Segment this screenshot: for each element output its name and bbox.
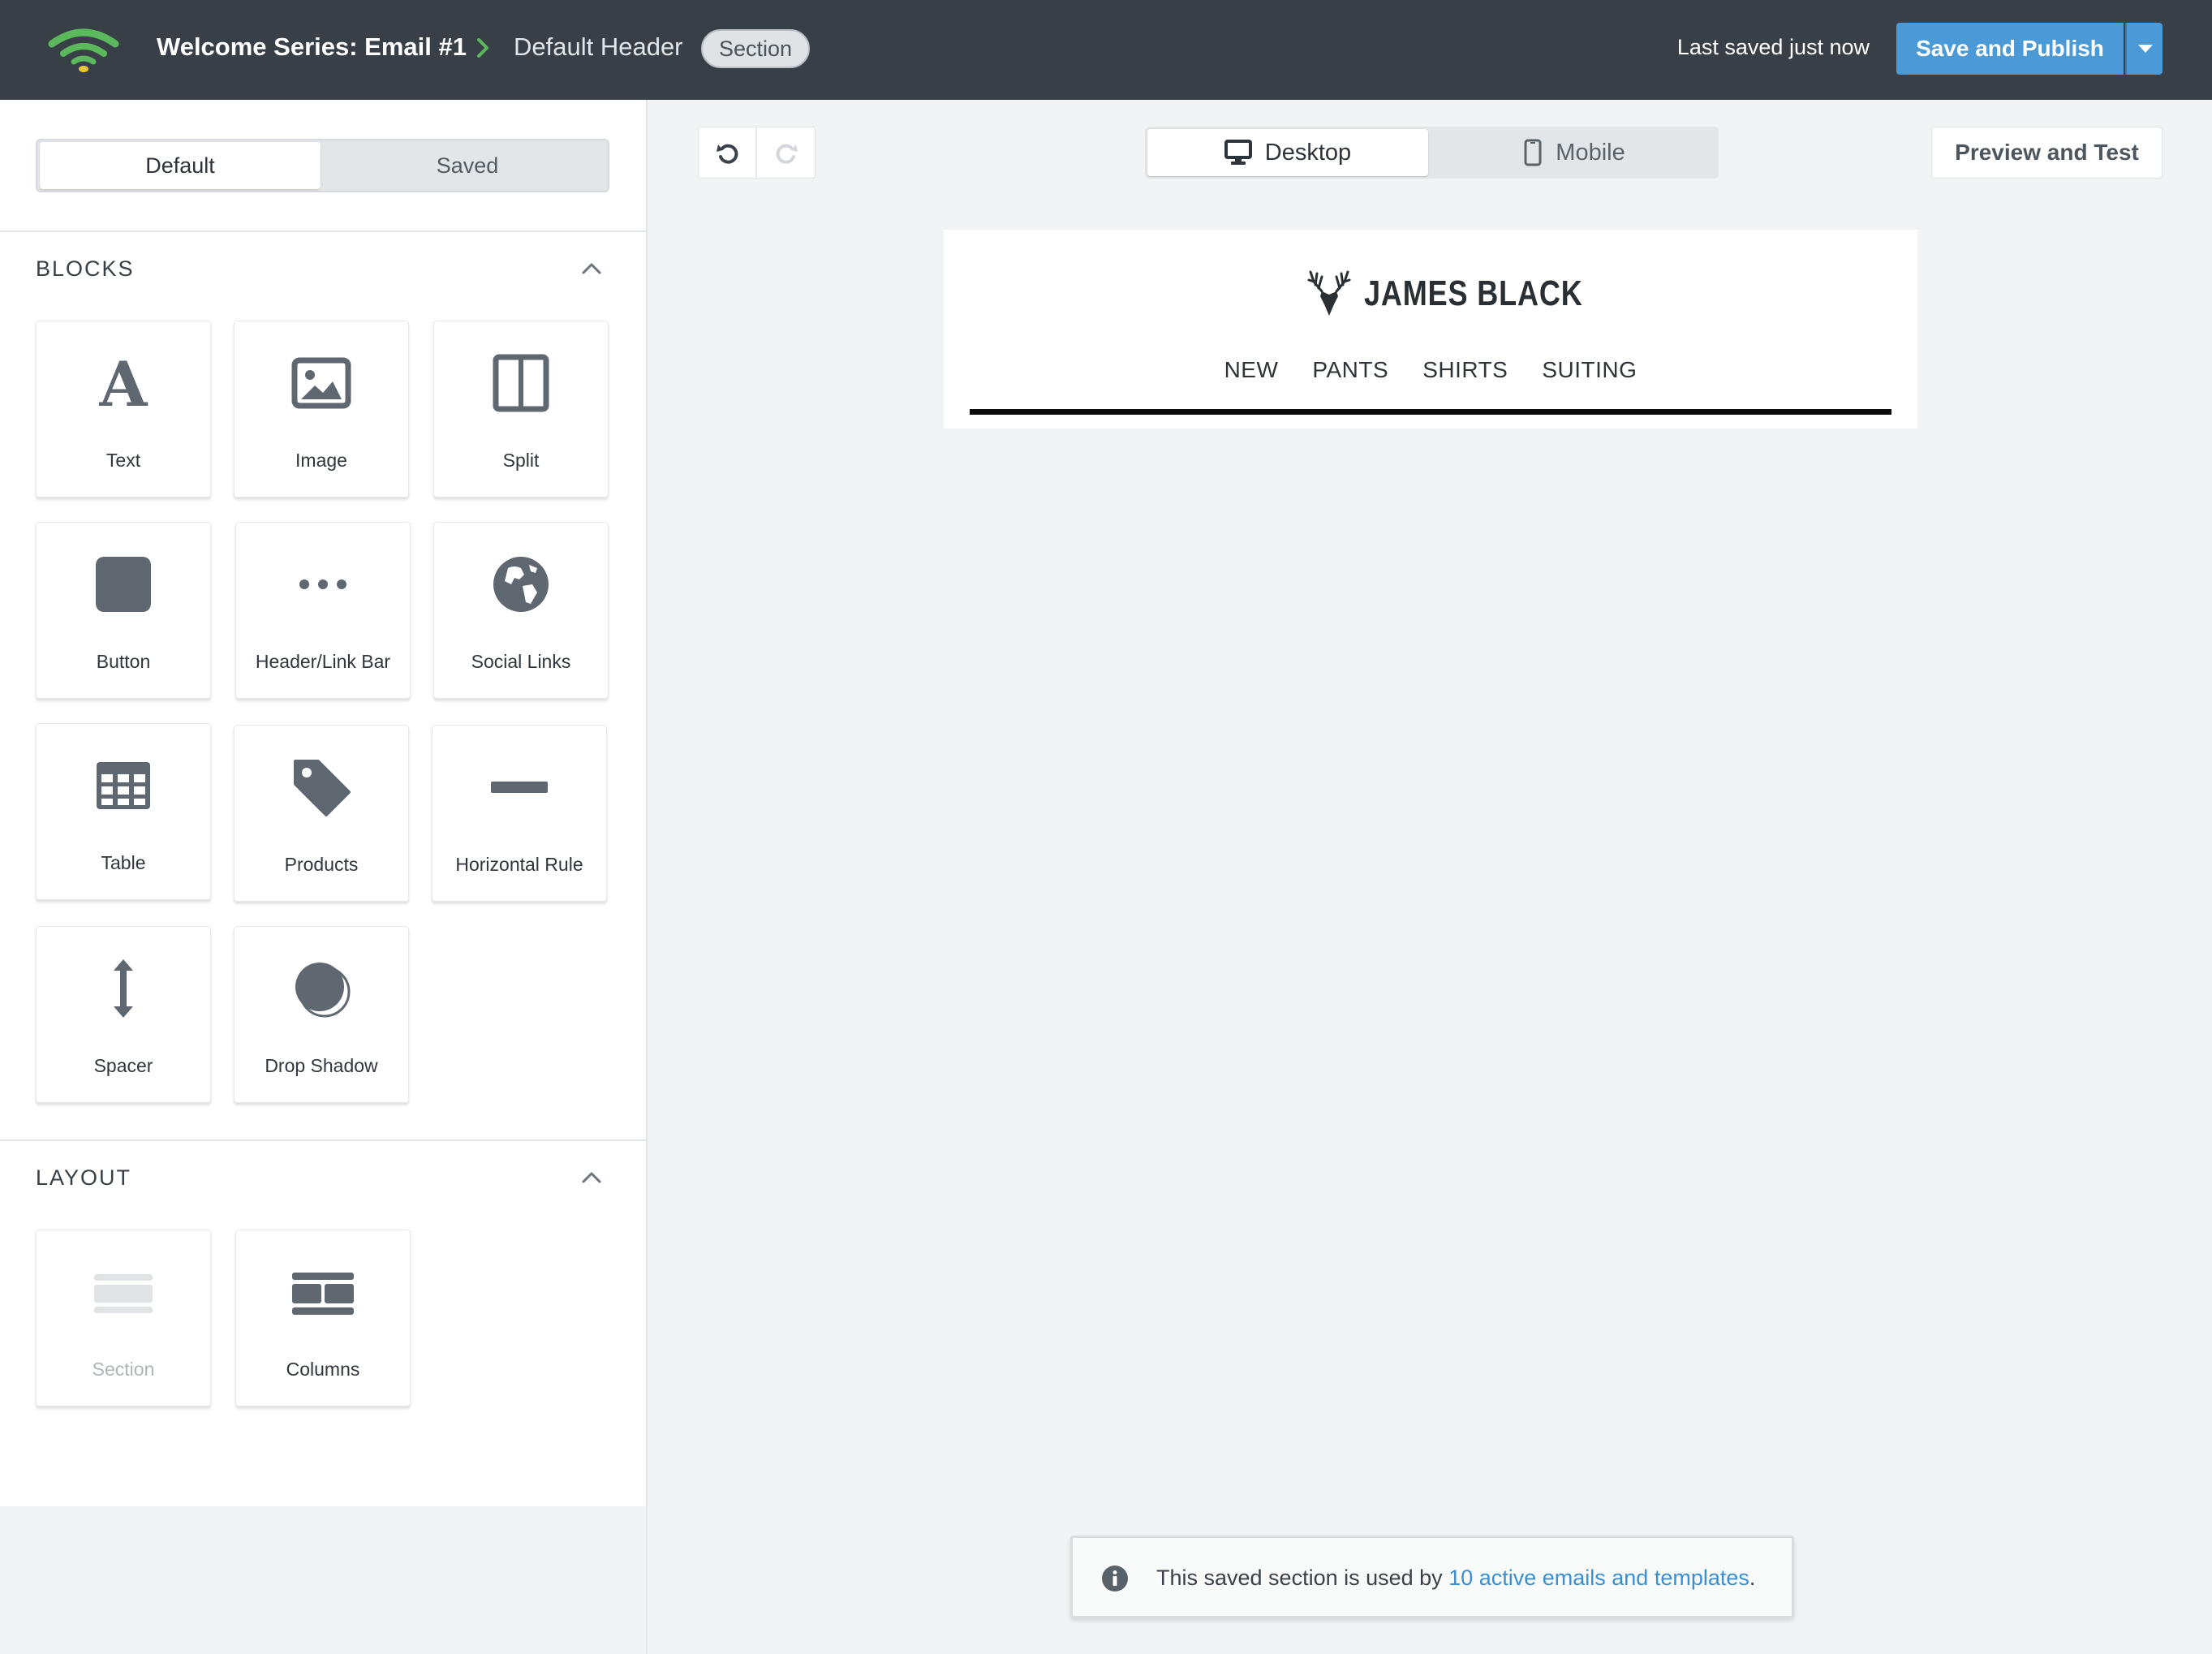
block-tile-split[interactable]: Split	[433, 321, 609, 497]
history-controls	[698, 127, 816, 179]
divider	[0, 1139, 648, 1141]
table-icon	[97, 762, 150, 809]
blocks-sidebar: Default Saved BLOCKS A Text Image Split …	[0, 100, 648, 1506]
app-logo-icon[interactable]	[47, 24, 120, 73]
block-label: Split	[502, 450, 540, 471]
horizontal-rule-icon	[491, 782, 548, 793]
redo-button[interactable]	[757, 127, 816, 178]
section-icon	[94, 1274, 153, 1313]
text-icon: A	[99, 352, 148, 414]
tag-icon	[294, 760, 351, 816]
deer-antler-logo-icon	[1307, 270, 1351, 316]
notice-message: This saved section is used by 10 active …	[1156, 1566, 1755, 1591]
last-saved-status: Last saved just now	[1676, 35, 1870, 59]
layout-heading: LAYOUT	[36, 1165, 132, 1190]
notice-text-before: This saved section is used by	[1156, 1566, 1449, 1590]
notice-text-after: .	[1749, 1566, 1756, 1590]
brand-logo[interactable]: JAMES BLACK	[1307, 269, 1631, 319]
block-tile-image[interactable]: Image	[234, 321, 409, 497]
blocks-heading: BLOCKS	[36, 256, 135, 281]
split-icon	[493, 354, 549, 412]
block-tile-header-link-bar[interactable]: Header/Link Bar	[235, 522, 411, 699]
email-nav-bar: NEW PANTS SHIRTS SUITING	[944, 357, 1917, 383]
block-label: Products	[284, 854, 359, 875]
block-tile-text[interactable]: A Text	[36, 321, 211, 497]
svg-text:A: A	[99, 352, 148, 414]
brand-name: JAMES BLACK	[1364, 274, 1583, 313]
layout-label: Section	[92, 1359, 155, 1380]
drop-shadow-icon	[295, 963, 351, 1018]
saved-section-notice: This saved section is used by 10 active …	[1070, 1536, 1794, 1618]
block-tile-drop-shadow[interactable]: Drop Shadow	[234, 926, 409, 1103]
undo-button[interactable]	[699, 127, 757, 178]
email-section-preview[interactable]: JAMES BLACK NEW PANTS SHIRTS SUITING	[944, 230, 1917, 429]
breadcrumb-current-item: Default Header	[514, 32, 683, 61]
divider	[0, 230, 648, 232]
block-tile-button[interactable]: Button	[36, 522, 211, 699]
block-label: Social Links	[471, 651, 571, 672]
undo-icon	[717, 144, 738, 164]
ellipsis-icon	[299, 579, 346, 589]
block-label: Button	[96, 651, 151, 672]
mobile-phone-icon	[1524, 139, 1542, 166]
device-preview-toggle: Desktop Mobile	[1145, 127, 1719, 179]
block-tile-horizontal-rule[interactable]: Horizontal Rule	[432, 725, 607, 902]
block-label: Drop Shadow	[265, 1055, 378, 1076]
layout-tile-columns[interactable]: Columns	[235, 1230, 411, 1406]
tab-saved[interactable]: Saved	[327, 142, 608, 189]
vertical-arrows-icon	[114, 959, 133, 1018]
block-label: Table	[101, 852, 146, 873]
desktop-monitor-icon	[1224, 140, 1252, 165]
columns-icon	[292, 1273, 354, 1315]
email-divider-rule	[970, 409, 1891, 415]
save-and-publish-button[interactable]: Save and Publish	[1896, 23, 2124, 75]
tab-default[interactable]: Default	[40, 142, 321, 189]
email-nav-link[interactable]: NEW	[1224, 357, 1279, 383]
sidebar-footer-area	[0, 1506, 648, 1654]
email-nav-link[interactable]: SUITING	[1542, 357, 1637, 383]
button-icon	[96, 557, 151, 612]
layout-tile-section: Section	[36, 1230, 211, 1406]
mobile-mode-button[interactable]: Mobile	[1434, 129, 1715, 176]
block-tile-products[interactable]: Products	[234, 725, 409, 902]
globe-icon	[493, 557, 549, 612]
top-bar: Welcome Series: Email #1 Default Header …	[0, 0, 2212, 100]
item-type-badge: Section	[701, 29, 811, 68]
preview-and-test-button[interactable]: Preview and Test	[1931, 127, 2163, 179]
desktop-mode-label: Desktop	[1264, 139, 1352, 166]
block-label: Text	[105, 450, 141, 471]
block-label: Header/Link Bar	[255, 651, 391, 672]
block-tile-spacer[interactable]: Spacer	[36, 926, 211, 1103]
block-tile-social-links[interactable]: Social Links	[433, 522, 609, 699]
chevron-up-icon[interactable]	[579, 1169, 604, 1186]
chevron-up-icon[interactable]	[579, 261, 604, 277]
library-toggle: Default Saved	[36, 139, 609, 192]
image-icon	[291, 357, 351, 409]
block-tile-table[interactable]: Table	[36, 723, 211, 900]
mobile-mode-label: Mobile	[1556, 139, 1625, 166]
email-nav-link[interactable]: PANTS	[1312, 357, 1388, 383]
chevron-right-icon	[477, 38, 488, 58]
block-label: Horizontal Rule	[455, 854, 583, 875]
layout-label: Columns	[286, 1359, 360, 1380]
block-label: Image	[295, 450, 347, 471]
info-icon	[1102, 1566, 1128, 1592]
desktop-mode-button[interactable]: Desktop	[1147, 129, 1428, 176]
block-label: Spacer	[93, 1055, 153, 1076]
active-usage-link[interactable]: 10 active emails and templates	[1448, 1566, 1749, 1590]
email-nav-link[interactable]: SHIRTS	[1422, 357, 1508, 383]
publish-options-dropdown[interactable]	[2125, 23, 2163, 75]
redo-icon	[776, 144, 798, 164]
breadcrumb-campaign-title[interactable]: Welcome Series: Email #1	[157, 32, 467, 62]
